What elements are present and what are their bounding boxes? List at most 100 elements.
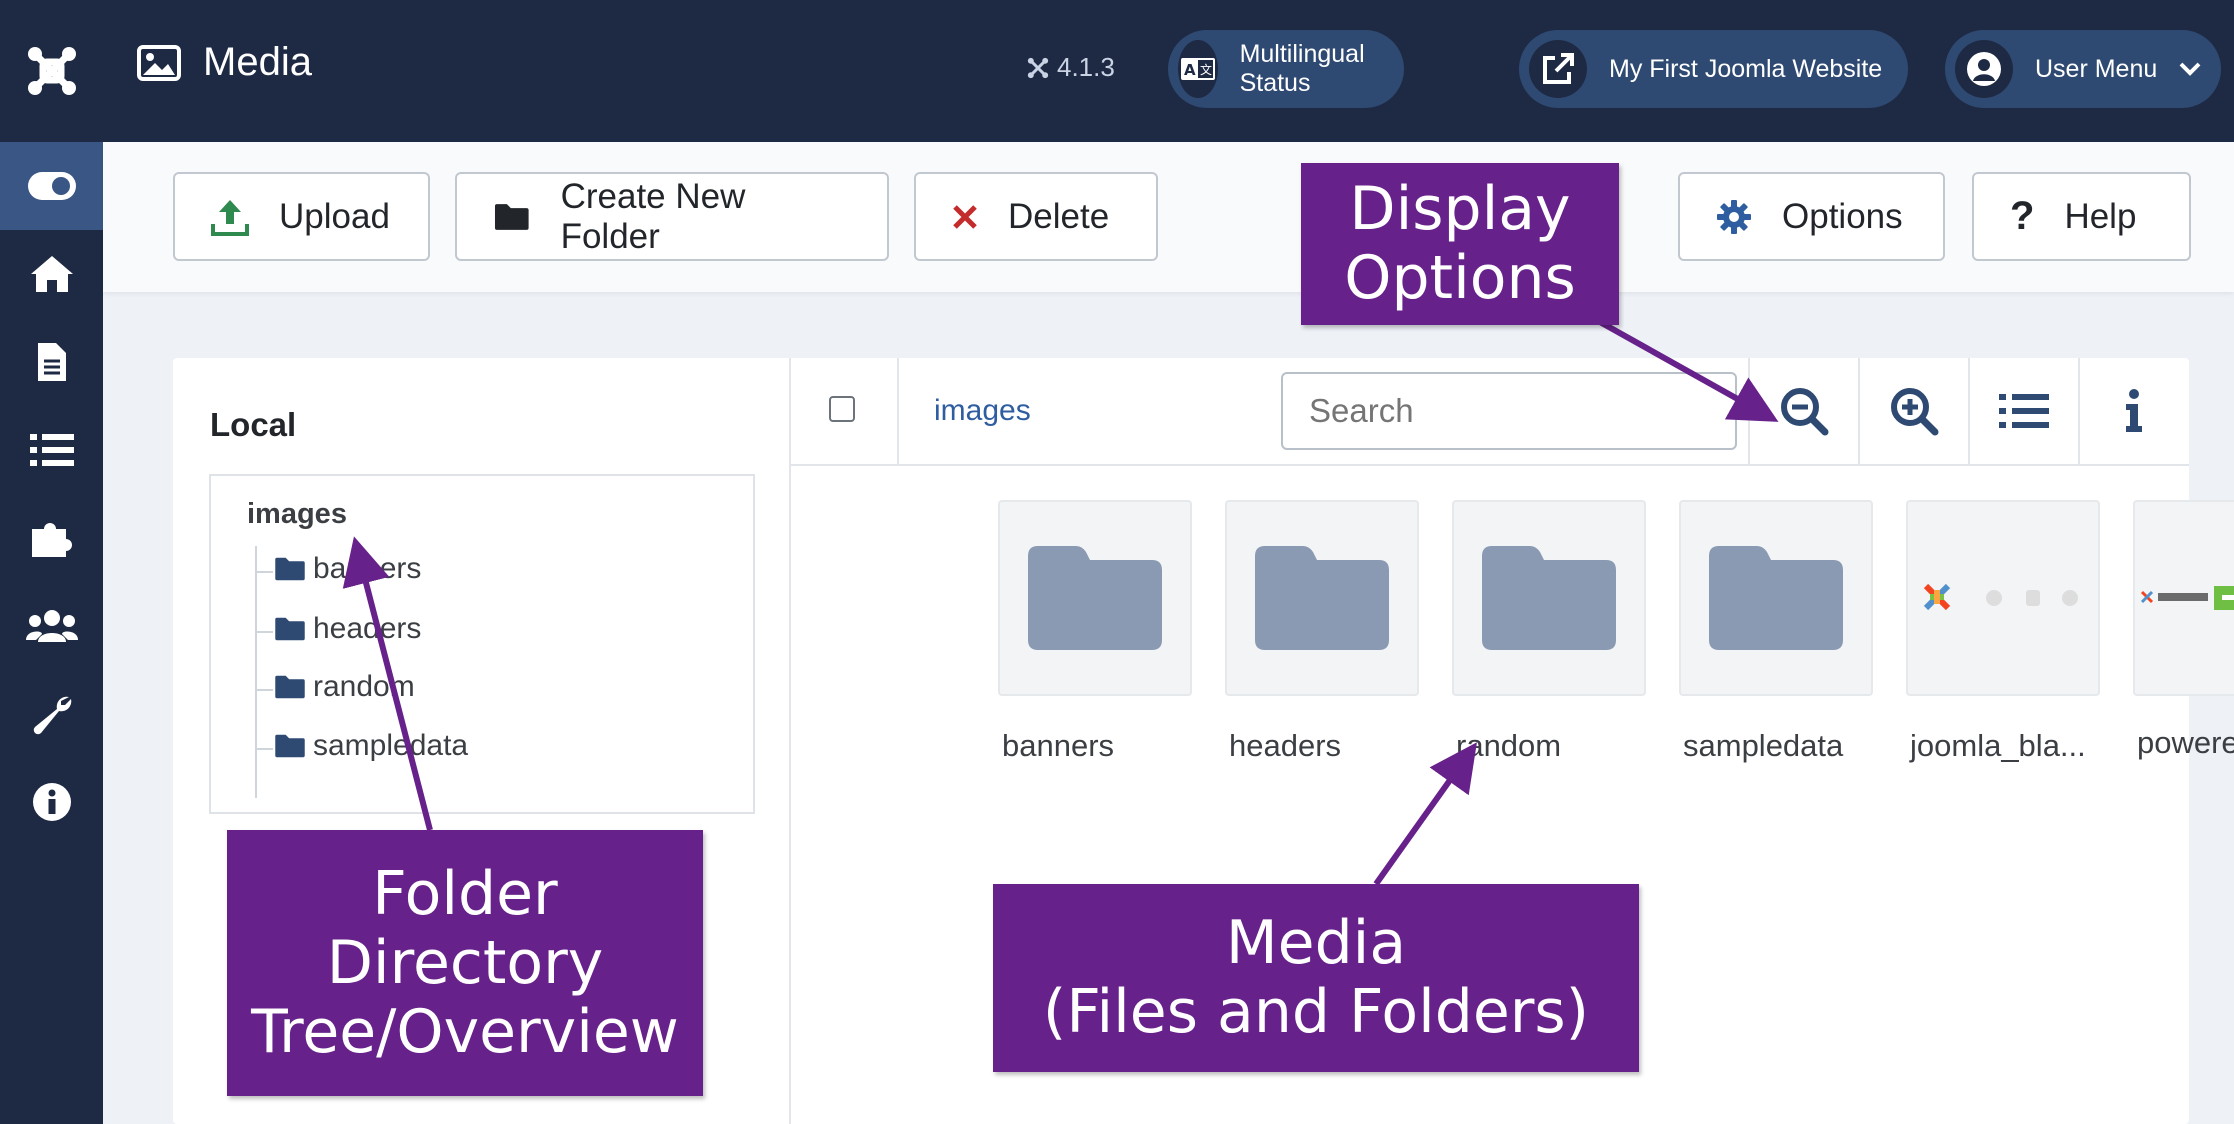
folder-icon <box>1709 546 1843 650</box>
sidebar-item-users[interactable] <box>0 582 103 670</box>
sidebar-item-content[interactable] <box>0 318 103 406</box>
question-icon: ? <box>2010 194 2035 238</box>
delete-button[interactable]: Delete <box>914 172 1158 261</box>
sidebar-item-help[interactable] <box>0 758 103 846</box>
sidebar <box>0 0 103 1124</box>
media-item-folder[interactable]: random <box>1452 500 1646 763</box>
options-label: Options <box>1782 196 1903 236</box>
sidebar-item-extensions[interactable] <box>0 494 103 582</box>
tree-item-random[interactable]: random <box>273 670 415 704</box>
tree-item-banners[interactable]: banners <box>273 552 421 586</box>
callout-line: Media <box>1225 908 1407 978</box>
delete-label: Delete <box>1008 196 1110 236</box>
sidebar-item-home[interactable] <box>0 230 103 318</box>
tree-connector <box>255 631 273 633</box>
media-item-folder[interactable]: headers <box>1225 500 1419 763</box>
document-icon <box>37 343 66 381</box>
create-folder-label: Create New Folder <box>560 176 746 256</box>
media-item-image[interactable]: powered_b... <box>2133 500 2234 760</box>
info-icon <box>2126 389 2142 432</box>
tree-connector <box>255 571 273 573</box>
tree-item-headers[interactable]: headers <box>273 612 421 646</box>
toggle-icon <box>27 172 76 200</box>
folder-thumbnail <box>1225 500 1419 696</box>
gear-icon <box>1717 199 1751 234</box>
media-item-folder[interactable]: banners <box>998 500 1192 763</box>
joomla-logo-thumbnail <box>1923 583 2078 611</box>
select-all-checkbox[interactable] <box>829 396 855 422</box>
upload-label: Upload <box>279 196 390 236</box>
options-button[interactable]: Options <box>1678 172 1945 261</box>
image-thumbnail <box>2133 500 2234 696</box>
disk-title: Local <box>210 406 297 443</box>
media-item-name: powered_b... <box>2137 725 2234 760</box>
upload-button[interactable]: Upload <box>173 172 430 261</box>
site-link-button[interactable]: My First Joomla Website <box>1519 30 1909 108</box>
callout-display-options: Display Options <box>1301 163 1619 325</box>
media-item-image[interactable]: joomla_bla... <box>1906 500 2100 763</box>
version-text: 4.1.3 <box>1057 52 1115 82</box>
tree-item-label: random <box>313 670 415 703</box>
users-icon <box>25 610 78 642</box>
folder-icon <box>1255 546 1389 650</box>
help-label: Help <box>2064 196 2137 236</box>
list-icon <box>29 434 74 466</box>
upload-icon <box>211 199 249 236</box>
tree-item-sampledata[interactable]: sampledata <box>273 729 468 763</box>
tree-root-images[interactable]: images <box>247 498 347 531</box>
external-link-icon <box>1529 40 1587 98</box>
zoom-in-icon <box>1891 388 1939 436</box>
browser-toolbar: images <box>791 358 2189 466</box>
page-title: Media <box>137 40 312 85</box>
svg-text:A: A <box>1184 61 1196 79</box>
user-icon <box>1955 40 2013 98</box>
sidebar-item-toggle[interactable] <box>0 142 103 230</box>
folder-icon <box>275 557 305 581</box>
multilingual-status-button[interactable]: A文 Multilingual Status <box>1168 30 1404 108</box>
info-button[interactable] <box>2080 358 2188 464</box>
media-item-name: headers <box>1229 728 1342 763</box>
version-label: 4.1.3 <box>1027 52 1115 83</box>
tree-connector <box>255 546 257 798</box>
callout-line: Folder <box>372 858 558 929</box>
image-thumbnail <box>1906 500 2100 696</box>
search-input[interactable] <box>1281 372 1737 450</box>
tree-connector <box>255 689 273 691</box>
site-link-label: My First Joomla Website <box>1609 54 1883 83</box>
powered-by-joomla-thumbnail <box>2140 586 2234 610</box>
tree-item-label: headers <box>313 612 422 645</box>
help-button[interactable]: ? Help <box>1972 172 2191 261</box>
zoom-out-icon <box>1781 388 1829 436</box>
sidebar-item-system[interactable] <box>0 670 103 758</box>
sidebar-item-menus[interactable] <box>0 406 103 494</box>
joomla-logo-icon[interactable] <box>0 0 103 142</box>
folder-thumbnail <box>998 500 1192 696</box>
user-menu-label: User Menu <box>2035 54 2158 83</box>
create-folder-button[interactable]: Create New Folder <box>455 172 889 261</box>
svg-text:文: 文 <box>1200 62 1212 77</box>
joomla-small-icon <box>1027 57 1049 78</box>
user-menu-button[interactable]: User Menu <box>1945 30 2222 108</box>
media-item-folder[interactable]: sampledata <box>1679 500 1873 763</box>
folder-thumbnail <box>1679 500 1873 696</box>
tree-item-label: sampledata <box>313 729 469 762</box>
zoom-out-button[interactable] <box>1750 358 1858 464</box>
callout-line: Directory <box>326 927 604 998</box>
breadcrumb[interactable]: images <box>934 394 1031 428</box>
wrench-icon <box>33 696 71 735</box>
zoom-in-button[interactable] <box>1860 358 1968 464</box>
folder-icon <box>275 734 305 758</box>
list-view-button[interactable] <box>1970 358 2078 464</box>
list-view-icon <box>1999 394 2049 428</box>
callout-line: Options <box>1344 243 1576 313</box>
folder-icon <box>1028 546 1162 650</box>
multilingual-status-label: Multilingual Status <box>1239 40 1365 97</box>
toolbar: Upload Create New Folder Delete Options … <box>103 142 2234 292</box>
media-item-name: sampledata <box>1683 728 1844 763</box>
callout-line: Display <box>1349 174 1571 244</box>
folder-icon <box>275 675 305 699</box>
language-icon: A文 <box>1178 40 1218 98</box>
media-item-name: random <box>1456 728 1562 763</box>
callout-line: Tree/Overview <box>251 996 679 1067</box>
page-title-text: Media <box>203 40 312 84</box>
